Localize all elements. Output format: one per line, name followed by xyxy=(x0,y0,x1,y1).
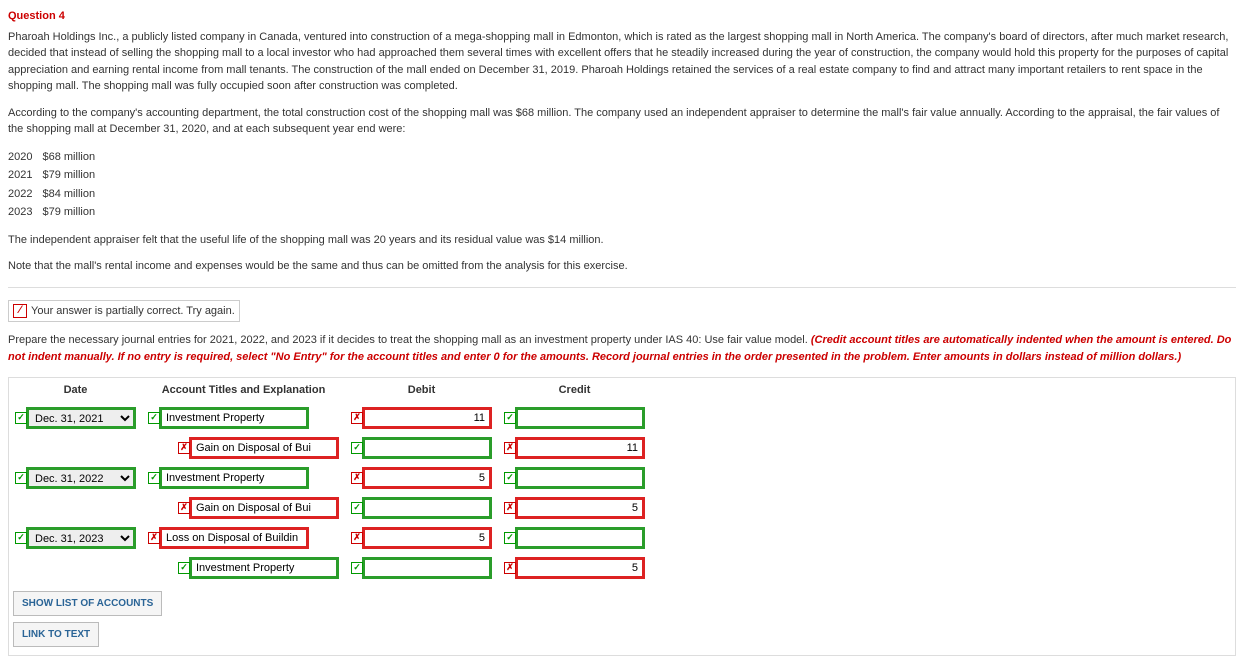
credit-input[interactable] xyxy=(515,467,645,489)
account-title-input[interactable] xyxy=(189,497,339,519)
account-title-input[interactable] xyxy=(159,407,309,429)
credit-input[interactable] xyxy=(515,437,645,459)
partial-icon: ⁄ xyxy=(13,304,27,318)
question-para-3: The independent appraiser felt that the … xyxy=(8,232,1236,249)
table-row: ✗ ✓ ✗ xyxy=(9,433,651,463)
account-title-input[interactable] xyxy=(159,527,309,549)
question-title: Question 4 xyxy=(8,8,1236,25)
credit-input[interactable] xyxy=(515,497,645,519)
fv-amount: $79 million xyxy=(42,203,105,222)
cross-icon: ✗ xyxy=(351,532,363,544)
debit-input[interactable] xyxy=(362,467,492,489)
check-icon: ✓ xyxy=(178,562,190,574)
check-icon: ✓ xyxy=(351,562,363,574)
check-icon: ✓ xyxy=(15,472,27,484)
table-row: ✓Dec. 31, 2021✓✗✓ xyxy=(9,403,651,433)
question-para-1: Pharoah Holdings Inc., a publicly listed… xyxy=(8,29,1236,95)
show-list-of-accounts-button[interactable]: SHOW LIST OF ACCOUNTS xyxy=(13,591,162,616)
credit-input[interactable] xyxy=(515,557,645,579)
table-row: ✓Dec. 31, 2022✓✗✓ xyxy=(9,463,651,493)
fv-year: 2021 xyxy=(8,166,42,185)
fv-amount: $84 million xyxy=(42,185,105,204)
account-title-input[interactable] xyxy=(159,467,309,489)
credit-input[interactable] xyxy=(515,527,645,549)
cross-icon: ✗ xyxy=(504,502,516,514)
instruction: Prepare the necessary journal entries fo… xyxy=(8,332,1236,365)
col-date: Date xyxy=(9,378,142,403)
cross-icon: ✗ xyxy=(504,442,516,454)
fv-year: 2023 xyxy=(8,203,42,222)
account-title-input[interactable] xyxy=(189,437,339,459)
table-row: ✓Dec. 31, 2023✗✗✓ xyxy=(9,523,651,553)
check-icon: ✓ xyxy=(504,412,516,424)
instruction-lead: Prepare the necessary journal entries fo… xyxy=(8,334,811,346)
debit-input[interactable] xyxy=(362,407,492,429)
check-icon: ✓ xyxy=(148,412,160,424)
cross-icon: ✗ xyxy=(178,442,190,454)
date-select[interactable]: Dec. 31, 2022 xyxy=(26,467,136,489)
cross-icon: ✗ xyxy=(351,472,363,484)
check-icon: ✓ xyxy=(504,472,516,484)
check-icon: ✓ xyxy=(15,532,27,544)
fv-amount: $79 million xyxy=(42,166,105,185)
col-debit: Debit xyxy=(345,378,498,403)
date-select[interactable]: Dec. 31, 2021 xyxy=(26,407,136,429)
check-icon: ✓ xyxy=(148,472,160,484)
link-to-text-button[interactable]: LINK TO TEXT xyxy=(13,622,99,647)
credit-input[interactable] xyxy=(515,407,645,429)
journal-entry-container: Date Account Titles and Explanation Debi… xyxy=(8,377,1236,656)
feedback-box: ⁄ Your answer is partially correct. Try … xyxy=(8,300,240,323)
table-row: ✗ ✓ ✗ xyxy=(9,493,651,523)
divider xyxy=(8,287,1236,288)
table-row: ✓ ✓ ✗ xyxy=(9,553,651,583)
fv-amount: $68 million xyxy=(42,148,105,167)
account-title-input[interactable] xyxy=(189,557,339,579)
fair-value-table: 2020$68 million 2021$79 million 2022$84 … xyxy=(8,148,105,222)
check-icon: ✓ xyxy=(351,502,363,514)
debit-input[interactable] xyxy=(362,527,492,549)
debit-input[interactable] xyxy=(362,557,492,579)
question-para-2: According to the company's accounting de… xyxy=(8,105,1236,138)
fv-year: 2022 xyxy=(8,185,42,204)
cross-icon: ✗ xyxy=(504,562,516,574)
cross-icon: ✗ xyxy=(178,502,190,514)
col-credit: Credit xyxy=(498,378,651,403)
cross-icon: ✗ xyxy=(351,412,363,424)
question-para-4: Note that the mall's rental income and e… xyxy=(8,258,1236,275)
debit-input[interactable] xyxy=(362,497,492,519)
check-icon: ✓ xyxy=(504,532,516,544)
cross-icon: ✗ xyxy=(148,532,160,544)
fv-year: 2020 xyxy=(8,148,42,167)
col-acct: Account Titles and Explanation xyxy=(142,378,345,403)
date-select[interactable]: Dec. 31, 2023 xyxy=(26,527,136,549)
journal-entry-table: Date Account Titles and Explanation Debi… xyxy=(9,378,651,583)
debit-input[interactable] xyxy=(362,437,492,459)
feedback-text: Your answer is partially correct. Try ag… xyxy=(31,303,235,320)
check-icon: ✓ xyxy=(351,442,363,454)
check-icon: ✓ xyxy=(15,412,27,424)
